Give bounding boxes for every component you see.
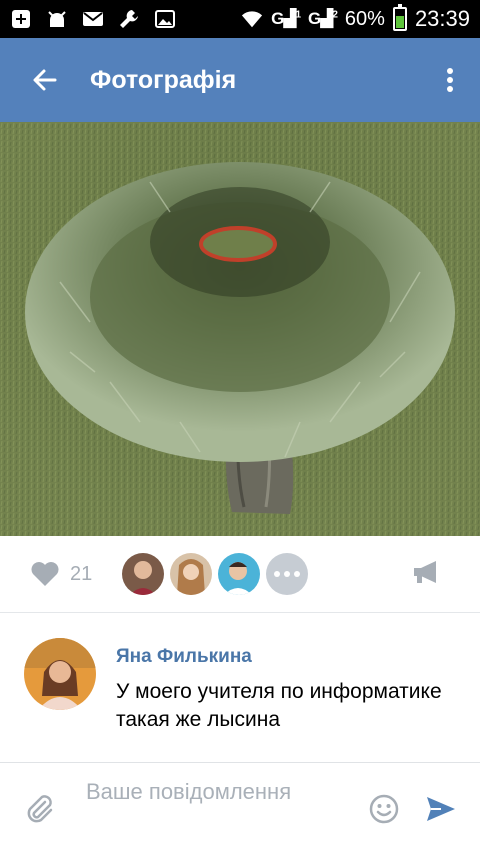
attach-button[interactable] [0,763,80,854]
like-button[interactable]: 21 [30,560,92,588]
sim-label-1: 1 [295,9,301,21]
more-horizontal-icon [274,571,281,577]
liker-avatar[interactable] [170,553,213,595]
photo-image [0,122,480,536]
add-icon [10,8,32,30]
signal-icon: G▟1 [271,9,301,28]
message-input-bar [0,762,480,854]
more-vertical-icon [447,68,453,92]
mail-icon [82,8,104,30]
paperclip-icon [27,794,53,822]
share-button[interactable] [412,559,442,590]
network-type-1: G [271,9,284,28]
wifi-icon [241,8,263,30]
message-input[interactable] [86,776,336,841]
send-button[interactable] [406,763,476,854]
send-icon [427,796,455,821]
battery-icon [392,4,407,31]
more-likers-button[interactable] [266,553,309,595]
divider [0,612,480,613]
post-actions: 21 [0,536,480,612]
avatar[interactable] [24,638,96,710]
comment-author[interactable]: Яна Филькина [116,646,446,668]
megaphone-icon [414,560,436,583]
android-debug-icon [46,8,68,30]
back-button[interactable] [0,38,90,122]
tree-photo[interactable] [0,122,480,536]
network-type-2: G [308,9,321,28]
more-options-button[interactable] [420,38,480,122]
liker-avatar[interactable] [122,553,165,595]
sim-label-2: 2 [332,9,337,21]
smiley-icon [369,794,399,823]
emoji-button[interactable] [362,787,406,831]
status-bar: G▟1 G▟2 60% 23:39 [0,0,480,38]
heart-icon [31,562,59,586]
like-count: 21 [70,562,93,585]
comment: Яна Филькина У моего учителя по информат… [0,630,480,734]
clock: 23:39 [414,6,470,31]
app-bar: Фотографія [0,38,480,122]
liker-avatar[interactable] [218,553,261,595]
likers-list[interactable] [122,553,309,595]
image-icon [154,8,176,30]
battery-percent: 60% [344,7,385,30]
arrow-left-icon [33,69,57,91]
wrench-icon [118,8,140,30]
signal-icon: G▟2 [308,9,338,28]
comment-text: У моего учителя по информатике такая же … [116,680,442,731]
page-title: Фотографія [90,65,237,94]
